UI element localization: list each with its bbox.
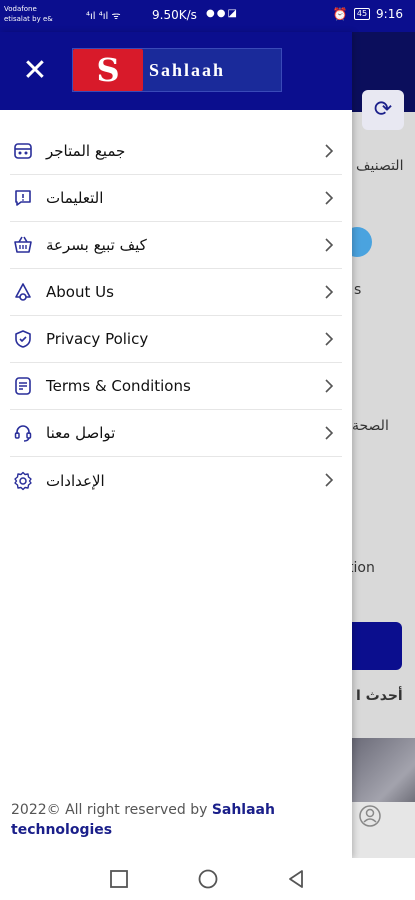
navigation-drawer: ✕ S Sahlaah جميع المتاجر التعليمات كيف ت… — [0, 32, 352, 858]
signal-icon: ⁴ıl ⁴ıl ᯤ — [86, 11, 121, 22]
drawer-header: ✕ S Sahlaah — [0, 32, 352, 110]
copyright-text: 2022© All right reserved by — [11, 802, 212, 818]
info-message-icon — [12, 187, 34, 209]
menu-item-label: Terms & Conditions — [46, 377, 191, 395]
logo-mark: S — [73, 49, 143, 91]
chevron-right-icon — [325, 473, 334, 487]
document-icon — [12, 375, 34, 397]
menu-item-label: كيف تبيع بسرعة — [46, 236, 147, 254]
copyright-footer: 2022© All right reserved by Sahlaah tech… — [11, 800, 341, 840]
basket-icon — [12, 234, 34, 256]
chevron-right-icon — [325, 332, 334, 346]
notification-icons: ●●◪ — [206, 8, 239, 19]
background-text: s — [354, 282, 362, 298]
background-button — [352, 622, 402, 670]
drawer-menu: جميع المتاجر التعليمات كيف تبيع بسرعة Ab… — [0, 128, 352, 504]
chevron-right-icon — [325, 426, 334, 440]
settings-icon — [12, 470, 34, 492]
menu-item-settings[interactable]: الإعدادات — [10, 457, 342, 504]
status-bar: Vodafone etisalat by e& ⁴ıl ⁴ıl ᯤ 9.50K/… — [0, 0, 415, 32]
menu-item-contact-us[interactable]: تواصل معنا — [10, 410, 342, 457]
menu-item-label: جميع المتاجر — [46, 142, 126, 160]
chevron-right-icon — [325, 191, 334, 205]
company-name: Sahlaah — [211, 802, 275, 818]
background-app: ⟳ التصنيف s الصحة tion أحدث ا — [352, 32, 415, 858]
background-text: أحدث ا — [356, 688, 403, 704]
account-icon — [359, 805, 381, 827]
background-category-icon — [352, 227, 372, 257]
chevron-right-icon — [325, 144, 334, 158]
about-icon — [12, 281, 34, 303]
carrier-name-1: Vodafone — [4, 5, 37, 13]
back-button[interactable] — [285, 868, 307, 890]
system-nav-bar — [0, 858, 415, 900]
support-icon — [12, 422, 34, 444]
clock: 9:16 — [376, 7, 403, 21]
menu-item-label: Privacy Policy — [46, 330, 149, 348]
chevron-right-icon — [325, 238, 334, 252]
background-nav — [352, 802, 415, 858]
menu-item-terms-conditions[interactable]: Terms & Conditions — [10, 363, 342, 410]
alarm-icon: ⏰ — [332, 7, 348, 21]
menu-item-label: تواصل معنا — [46, 424, 116, 442]
background-text: الصحة — [352, 418, 389, 434]
menu-item-label: About Us — [46, 283, 114, 301]
refresh-icon: ⟳ — [362, 90, 404, 130]
carrier-name-2: etisalat by e& — [4, 15, 53, 23]
menu-item-label: التعليمات — [46, 189, 104, 207]
menu-item-all-stores[interactable]: جميع المتاجر — [10, 128, 342, 175]
home-button[interactable] — [197, 868, 219, 890]
menu-item-about-us[interactable]: About Us — [10, 269, 342, 316]
status-right: ⏰ 45 9:16 — [333, 7, 403, 21]
chevron-right-icon — [325, 285, 334, 299]
menu-item-instructions[interactable]: التعليمات — [10, 175, 342, 222]
background-text: tion — [352, 560, 375, 576]
menu-item-label: الإعدادات — [46, 471, 105, 490]
battery-icon: 45 — [353, 8, 371, 20]
background-text: التصنيف — [356, 158, 404, 174]
company-name-suffix: technologies — [11, 822, 113, 838]
menu-item-sell-fast[interactable]: كيف تبيع بسرعة — [10, 222, 342, 269]
sahlaah-logo: S Sahlaah — [72, 48, 282, 92]
logo-text: Sahlaah — [149, 59, 226, 80]
menu-item-privacy-policy[interactable]: Privacy Policy — [10, 316, 342, 363]
chevron-right-icon — [325, 379, 334, 393]
shield-icon — [12, 328, 34, 350]
store-icon — [12, 140, 34, 162]
close-icon[interactable]: ✕ — [18, 54, 52, 88]
network-speed: 9.50K/s — [152, 8, 197, 22]
carrier-info: Vodafone etisalat by e& — [4, 4, 56, 24]
recents-button[interactable] — [108, 868, 130, 890]
